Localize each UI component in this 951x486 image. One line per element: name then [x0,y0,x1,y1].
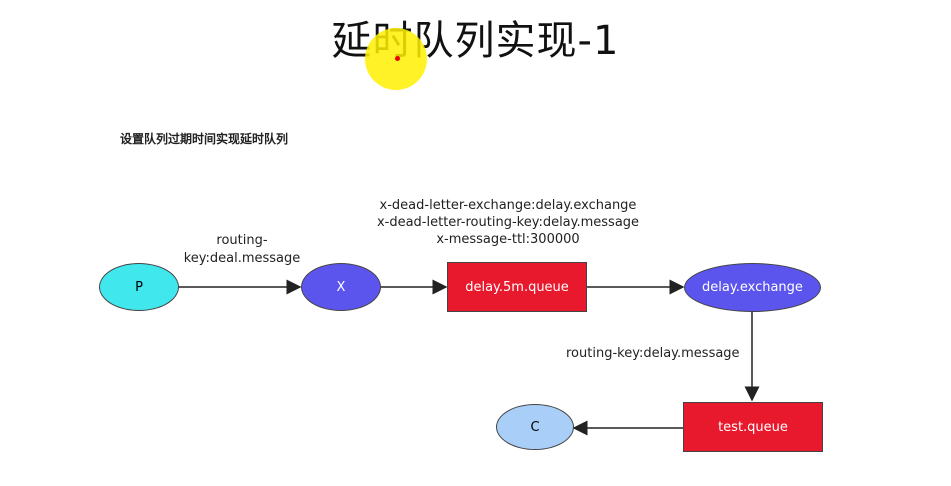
producer-label: P [135,279,143,295]
exchange-x-label: X [336,279,346,295]
queue-arg-ttl: x-message-ttl:300000 [436,232,580,247]
routing-key-label-2: routing-key:delay.message [566,346,740,361]
producer-node-p: P [99,263,179,311]
test-queue-label: test.queue [718,419,788,435]
queue-arg-dlrk: x-dead-letter-routing-key:delay.message [376,215,640,230]
exchange-node-x: X [301,263,381,311]
queue-arg-dlx: x-dead-letter-exchange:delay.exchange [379,198,637,213]
routing-key-label-1-line2: key:deal.message [183,251,301,266]
consumer-label: C [530,419,540,435]
delay-queue-node: delay.5m.queue [447,262,587,312]
test-queue-node: test.queue [683,402,823,452]
routing-key-label-1: routing- key:deal.message [172,232,312,268]
delay-exchange-node: delay.exchange [684,263,821,312]
consumer-node-c: C [496,404,574,450]
routing-key-label-1-line1: routing- [216,233,268,248]
delay-queue-label: delay.5m.queue [465,279,569,295]
delay-exchange-label: delay.exchange [702,280,803,295]
queue-arguments: x-dead-letter-exchange:delay.exchange x-… [358,197,658,248]
